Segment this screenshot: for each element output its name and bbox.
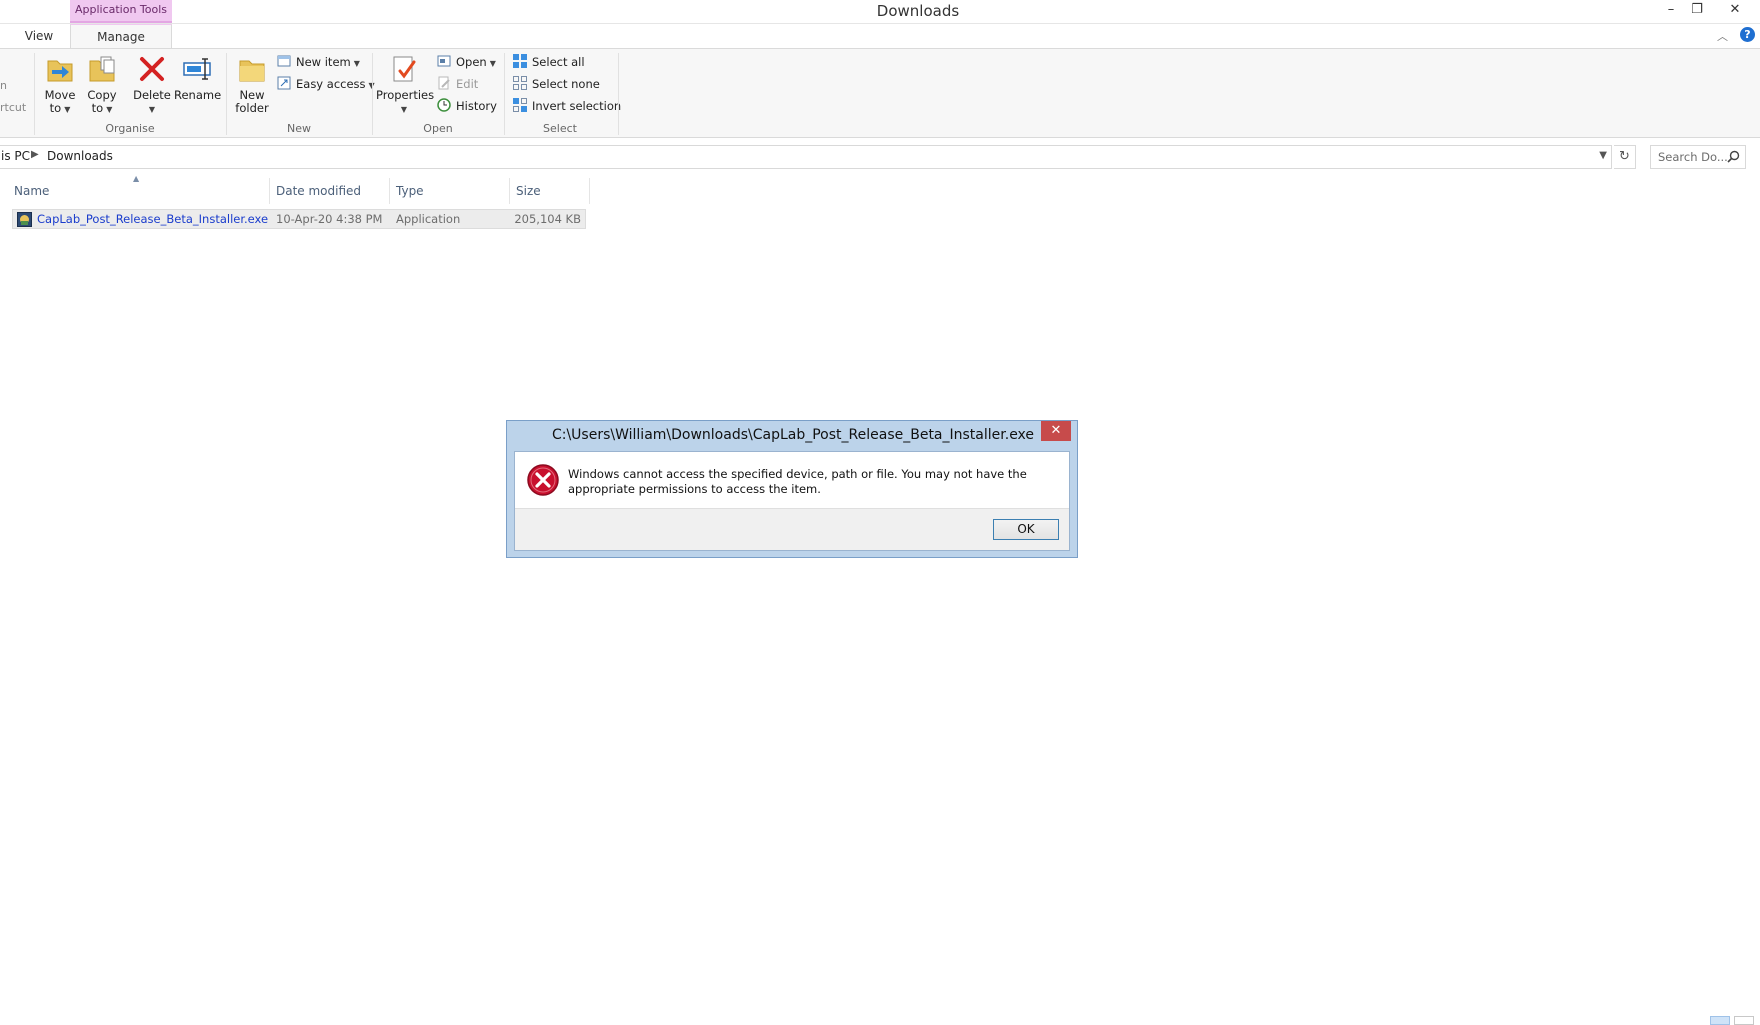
tab-manage[interactable]: Manage: [70, 24, 172, 48]
copy-to-label-1: Copy: [87, 88, 117, 102]
column-header-size[interactable]: Size: [510, 178, 590, 204]
column-header-name[interactable]: Name: [8, 178, 270, 204]
window-title: Downloads: [876, 2, 960, 20]
column-header-date-modified[interactable]: Date modified: [270, 178, 390, 204]
properties-label: Properties: [376, 88, 435, 102]
large-icons-view-icon[interactable]: [1734, 1016, 1754, 1025]
move-to-label-1: Move: [44, 88, 76, 102]
breadcrumb-this-pc[interactable]: is PC: [1, 149, 30, 163]
rename-button[interactable]: Rename: [174, 53, 222, 119]
address-bar[interactable]: is PC ▶ Downloads ▼: [0, 145, 1612, 169]
invert-selection-label: Invert selection: [532, 99, 622, 113]
view-toggles: [1710, 1016, 1756, 1025]
breadcrumb-chevron-icon[interactable]: ▶: [31, 149, 39, 160]
delete-button[interactable]: Delete ▼: [132, 53, 172, 119]
paste-shortcut-button[interactable]: rtcut: [0, 101, 26, 114]
history-label: History: [456, 99, 497, 113]
ribbon-separator: [618, 53, 619, 135]
new-group-label: New: [287, 122, 311, 135]
ribbon-tab-bar: View Manage ︿ ?: [0, 24, 1760, 48]
new-folder-label-2: folder: [235, 101, 269, 115]
new-item-label: New item: [296, 55, 351, 69]
select-none-button[interactable]: Select none: [512, 74, 600, 94]
properties-button[interactable]: Properties ▼: [376, 53, 435, 119]
invert-selection-icon: [513, 98, 527, 112]
select-none-icon: [513, 76, 527, 90]
refresh-icon[interactable]: ↻: [1614, 145, 1636, 169]
dialog-body: Windows cannot access the specified devi…: [514, 451, 1070, 551]
select-all-label: Select all: [532, 55, 585, 69]
search-input[interactable]: Search Do...: [1650, 145, 1746, 169]
delete-label: Delete: [133, 88, 171, 102]
new-folder-label-1: New: [239, 88, 265, 102]
move-folder-icon: [47, 60, 73, 82]
search-icon[interactable]: [1727, 150, 1740, 163]
organise-group-label: Organise: [105, 122, 155, 135]
open-icon: [437, 55, 451, 67]
help-icon[interactable]: ?: [1740, 27, 1755, 42]
select-none-label: Select none: [532, 77, 600, 91]
easy-access-label: Easy access: [296, 77, 366, 91]
error-dialog: C:\Users\William\Downloads\CapLab_Post_R…: [506, 420, 1078, 558]
title-bar: Application Tools Downloads – ❐ ✕: [0, 0, 1760, 24]
history-icon: [437, 98, 451, 112]
rename-label: Rename: [174, 88, 222, 102]
open-button[interactable]: Open ▼: [436, 52, 496, 72]
move-to-label-2: to: [49, 101, 62, 115]
invert-selection-button[interactable]: Invert selection: [512, 96, 621, 116]
new-item-icon: [277, 55, 291, 67]
copy-folder-icon: [89, 56, 115, 82]
clipped-ribbon-item[interactable]: n: [0, 79, 7, 92]
select-group-label: Select: [543, 122, 577, 135]
new-folder-icon: [239, 60, 265, 82]
ok-button[interactable]: OK: [993, 519, 1059, 540]
installer-app-icon: [17, 212, 32, 227]
close-button[interactable]: ✕: [1720, 0, 1750, 22]
table-row[interactable]: CapLab_Post_Release_Beta_Installer.exe 1…: [12, 209, 586, 229]
address-dropdown-icon[interactable]: ▼: [1599, 150, 1607, 161]
address-row: is PC ▶ Downloads ▼ ↻ Search Do...: [0, 145, 1760, 169]
rename-icon: [183, 58, 211, 80]
delete-x-icon: [140, 57, 164, 81]
new-folder-button[interactable]: New folder: [232, 53, 272, 119]
new-item-button[interactable]: New item ▼: [276, 52, 360, 72]
edit-button[interactable]: Edit: [436, 74, 478, 94]
select-all-icon: [513, 54, 527, 68]
details-view-icon[interactable]: [1710, 1016, 1730, 1025]
file-type: Application: [396, 212, 461, 226]
easy-access-icon: [277, 76, 291, 90]
properties-icon: [393, 56, 416, 82]
file-date-modified: 10-Apr-20 4:38 PM: [276, 212, 383, 226]
copy-to-label-2: to: [91, 101, 104, 115]
error-icon: [527, 464, 559, 496]
edit-label: Edit: [456, 77, 479, 91]
column-header-type[interactable]: Type: [390, 178, 510, 204]
dialog-title: C:\Users\William\Downloads\CapLab_Post_R…: [551, 427, 1035, 443]
edit-icon: [438, 76, 450, 90]
copy-to-button[interactable]: Copy to ▼: [84, 53, 120, 119]
dialog-footer: OK: [515, 508, 1069, 550]
breadcrumb-downloads[interactable]: Downloads: [47, 149, 113, 163]
tab-view[interactable]: View: [20, 24, 58, 48]
dialog-close-button[interactable]: ✕: [1041, 421, 1071, 441]
open-group-label: Open: [423, 122, 453, 135]
restore-button[interactable]: ❐: [1682, 0, 1712, 22]
dialog-message: Windows cannot access the specified devi…: [568, 467, 1027, 496]
open-label: Open: [456, 55, 487, 69]
file-size: 205,104 KB: [514, 212, 581, 226]
move-to-button[interactable]: Move to ▼: [42, 53, 78, 119]
select-all-button[interactable]: Select all: [512, 52, 585, 72]
search-placeholder: Search Do...: [1658, 150, 1728, 164]
collapse-ribbon-icon[interactable]: ︿: [1717, 28, 1728, 44]
file-name-link[interactable]: CapLab_Post_Release_Beta_Installer.exe: [37, 210, 268, 230]
ribbon: n rtcut Move to ▼ Copy to ▼ Delete ▼ Rena: [0, 48, 1760, 138]
history-button[interactable]: History: [436, 96, 497, 116]
easy-access-button[interactable]: Easy access▼: [276, 74, 375, 94]
